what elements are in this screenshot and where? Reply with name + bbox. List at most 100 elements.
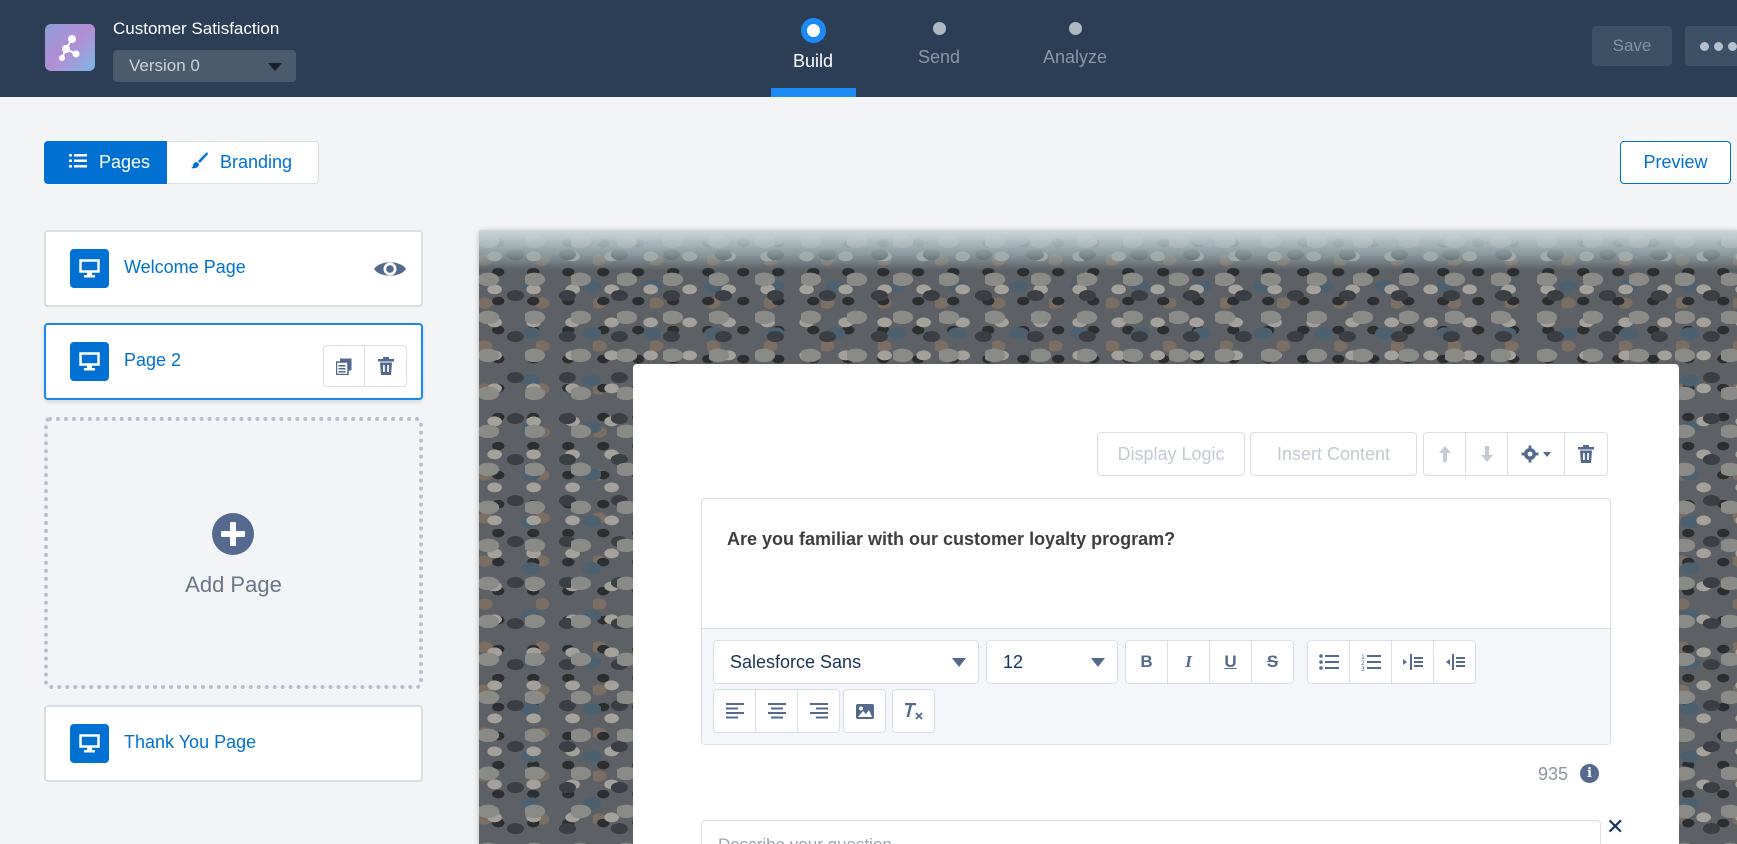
italic-button[interactable]: I (1167, 640, 1210, 684)
top-bar: Customer Satisfaction Version 0 Build Se… (0, 0, 1737, 97)
insert-image-button[interactable] (843, 689, 886, 733)
network-icon (59, 35, 80, 61)
delete-question-button[interactable] (1564, 432, 1608, 476)
gear-icon (1521, 445, 1551, 463)
strikethrough-button[interactable]: S (1251, 640, 1294, 684)
indent-button[interactable] (1391, 640, 1434, 684)
more-dot-icon (1714, 42, 1723, 51)
question-text-editor[interactable]: Are you familiar with our customer loyal… (701, 498, 1611, 745)
move-up-button[interactable] (1423, 432, 1466, 476)
pages-tab-button[interactable]: Pages (44, 141, 167, 184)
insert-content-button[interactable]: Insert Content (1250, 432, 1417, 476)
caret-down-icon (1091, 658, 1105, 667)
add-icon (212, 513, 254, 555)
numbered-list-button[interactable]: 123 (1349, 640, 1392, 684)
brush-icon (190, 151, 208, 174)
svg-text:3: 3 (1361, 666, 1365, 671)
duplicate-page-button[interactable] (323, 345, 365, 387)
eye-icon[interactable] (373, 258, 407, 285)
character-count: 935 (1538, 764, 1569, 784)
clear-formatting-icon (904, 703, 923, 720)
page-card-thank-you[interactable]: Thank You Page (44, 705, 423, 782)
arrow-down-icon (1480, 446, 1493, 462)
close-icon[interactable]: ✕ (1606, 815, 1624, 840)
align-right-button[interactable] (797, 689, 840, 733)
more-dot-icon (1728, 42, 1737, 51)
settings-menu-button[interactable] (1507, 432, 1565, 476)
desktop-icon (70, 724, 109, 763)
align-right-icon (809, 703, 828, 719)
trash-icon (377, 357, 394, 375)
branding-tab-label: Branding (220, 152, 293, 172)
alignment-group (713, 689, 840, 733)
caret-down-icon (268, 63, 282, 71)
step-label: Build (792, 51, 834, 71)
more-dot-icon (1700, 42, 1709, 51)
step-send[interactable]: Send (894, 18, 984, 68)
align-center-icon (767, 703, 786, 719)
numbered-list-icon: 123 (1361, 654, 1381, 671)
question-description-input[interactable] (702, 821, 1600, 844)
branding-tab-button[interactable]: Branding (167, 141, 319, 184)
trash-icon (1578, 445, 1594, 463)
page-card-label: Welcome Page (124, 257, 246, 277)
builder-mode-toggle: Pages Branding (44, 141, 319, 184)
arrow-up-icon (1438, 446, 1451, 462)
indent-icon (1402, 654, 1423, 670)
active-step-underline (771, 88, 856, 97)
bulleted-list-button[interactable] (1307, 640, 1350, 684)
info-icon[interactable]: i (1580, 764, 1599, 783)
question-action-group (1423, 432, 1608, 476)
caret-down-icon (952, 658, 966, 667)
page-card-welcome[interactable]: Welcome Page (44, 230, 423, 307)
underline-icon: U (1224, 652, 1237, 671)
bulleted-list-icon (1318, 654, 1339, 670)
question-text[interactable]: Are you familiar with our customer loyal… (727, 529, 1175, 550)
step-build[interactable]: Build (768, 18, 858, 72)
page-actions (323, 345, 407, 387)
step-indicator-icon (800, 18, 826, 43)
step-label: Analyze (1042, 47, 1108, 67)
delete-page-button[interactable] (365, 345, 407, 387)
align-left-button[interactable] (713, 689, 756, 733)
rich-text-toolbar: Salesforce Sans 12 B I U S 123 (702, 628, 1610, 744)
bold-button[interactable]: B (1125, 640, 1168, 684)
display-logic-button[interactable]: Display Logic (1097, 432, 1245, 476)
page-card-label: Thank You Page (124, 732, 257, 752)
page-card-page-2[interactable]: Page 2 (44, 323, 423, 400)
add-page-dropzone[interactable]: Add Page (44, 417, 423, 689)
more-actions-button[interactable] (1685, 26, 1737, 66)
italic-icon: I (1185, 652, 1192, 671)
outdent-button[interactable] (1433, 640, 1476, 684)
page-card-label: Page 2 (124, 350, 182, 370)
clear-format-group (892, 689, 935, 733)
version-select-value: Version 0 (129, 56, 200, 75)
font-size-select[interactable]: 12 (986, 640, 1118, 684)
align-center-button[interactable] (755, 689, 798, 733)
outdent-icon (1445, 654, 1465, 670)
desktop-icon (70, 342, 109, 381)
question-description-field[interactable] (701, 820, 1601, 844)
version-select[interactable]: Version 0 (113, 50, 296, 82)
strikethrough-icon: S (1266, 652, 1279, 671)
clear-formatting-button[interactable] (892, 689, 935, 733)
font-family-select[interactable]: Salesforce Sans (713, 640, 979, 684)
desktop-icon (70, 249, 109, 288)
text-format-group: B I U S (1125, 640, 1294, 684)
step-indicator-icon (932, 22, 946, 35)
add-page-label: Add Page (185, 572, 282, 597)
underline-button[interactable]: U (1209, 640, 1252, 684)
background-image-top (479, 230, 1737, 270)
preview-button[interactable]: Preview (1620, 141, 1731, 184)
bold-icon: B (1140, 652, 1153, 671)
move-down-button[interactable] (1465, 432, 1508, 476)
step-analyze[interactable]: Analyze (1030, 18, 1120, 68)
align-left-icon (725, 703, 744, 719)
copy-icon (336, 358, 352, 375)
survey-app-logo (45, 24, 95, 71)
step-label: Send (917, 47, 961, 67)
font-family-value: Salesforce Sans (730, 652, 862, 672)
save-button[interactable]: Save (1592, 26, 1672, 66)
image-icon (855, 703, 874, 719)
list-format-group: 123 (1307, 640, 1476, 684)
